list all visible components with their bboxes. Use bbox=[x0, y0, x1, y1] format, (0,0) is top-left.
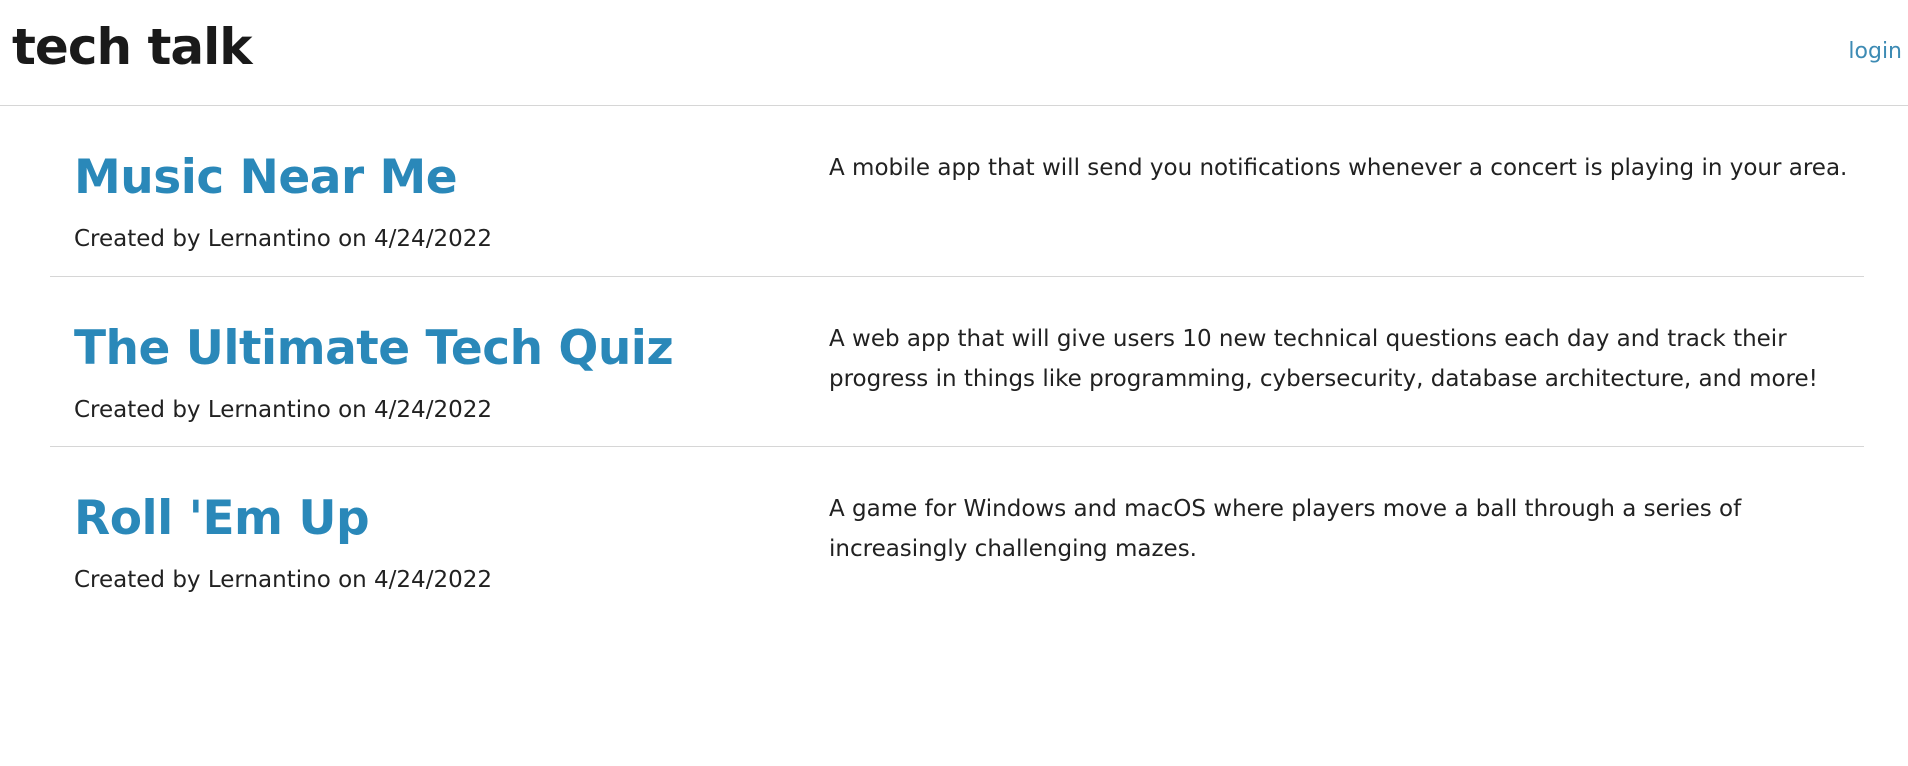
post-description: A web app that will give users 10 new te… bbox=[829, 326, 1818, 392]
site-title[interactable]: tech talk bbox=[12, 16, 252, 78]
post-meta: Created by Lernantino on 4/24/2022 bbox=[74, 567, 492, 593]
post-title-link[interactable]: The Ultimate Tech Quiz bbox=[74, 321, 674, 377]
site-header: tech talk login bbox=[0, 0, 1908, 106]
post-meta: Created by Lernantino on 4/24/2022 bbox=[74, 226, 492, 252]
post-list: Music Near Me Created by Lernantino on 4… bbox=[50, 106, 1864, 616]
post-title-link[interactable]: Music Near Me bbox=[74, 150, 458, 206]
post-meta: Created by Lernantino on 4/24/2022 bbox=[74, 397, 492, 423]
post-description: A mobile app that will send you notifica… bbox=[829, 155, 1848, 181]
post-item: Roll 'Em Up Created by Lernantino on 4/2… bbox=[50, 446, 1864, 616]
post-item: The Ultimate Tech Quiz Created by Lernan… bbox=[50, 276, 1864, 446]
login-link[interactable]: login bbox=[1848, 38, 1902, 66]
post-title-link[interactable]: Roll 'Em Up bbox=[74, 491, 370, 547]
post-item: Music Near Me Created by Lernantino on 4… bbox=[50, 106, 1864, 276]
post-description: A game for Windows and macOS where playe… bbox=[829, 496, 1742, 562]
